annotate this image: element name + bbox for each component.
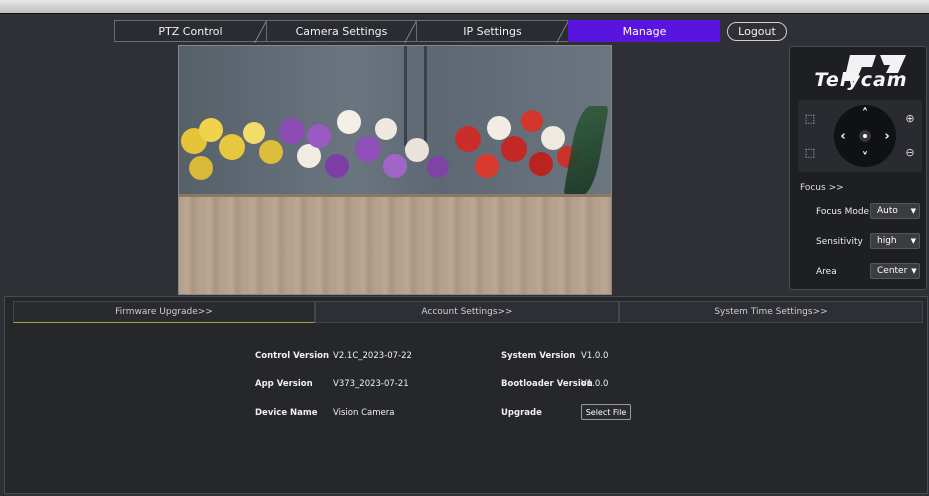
focus-mode-value: Auto (877, 206, 898, 216)
area-label: Area (816, 267, 837, 277)
tab-firmware-upgrade-label: Firmware Upgrade>> (115, 307, 213, 317)
ptz-control-panel: Telycam ⬚ ⬚ ⊕ ⊖ ˄ ˅ ‹ › Focus >> Focus M… (789, 46, 927, 290)
chevron-down-icon: ▼ (911, 267, 917, 275)
sensitivity-select[interactable]: high ▼ (870, 233, 920, 249)
direction-pad: ˄ ˅ ‹ › (834, 105, 896, 167)
tab-ptz-control-label: PTZ Control (158, 24, 223, 38)
focus-section-title[interactable]: Focus >> (800, 183, 844, 193)
control-version-value: V2.1C_2023-07-22 (333, 351, 412, 361)
main-nav: PTZ Control Camera Settings IP Settings … (114, 20, 720, 43)
arrow-left-icon[interactable]: ‹ (835, 128, 851, 144)
area-select[interactable]: Center ▼ (870, 263, 920, 279)
flower (375, 118, 397, 140)
flower (501, 136, 527, 162)
camera-video-preview[interactable] (178, 45, 612, 295)
flower (219, 134, 245, 160)
upgrade-label: Upgrade (501, 408, 542, 418)
zoom-in-icon[interactable]: ⊕ (902, 110, 918, 126)
flower (521, 110, 543, 132)
select-file-button[interactable]: Select File (581, 404, 631, 420)
sensitivity-row: Sensitivity high ▼ (790, 233, 928, 251)
flower (455, 126, 481, 152)
control-version-label: Control Version (255, 351, 330, 361)
ptz-pad: ⬚ ⬚ ⊕ ⊖ ˄ ˅ ‹ › (798, 100, 922, 172)
flower (337, 110, 361, 134)
device-name-label: Device Name (255, 408, 318, 418)
tab-account-settings-label: Account Settings>> (421, 307, 513, 317)
focus-mode-select[interactable]: Auto ▼ (870, 203, 920, 219)
home-center-icon[interactable] (859, 130, 871, 142)
logout-button[interactable]: Logout (727, 22, 787, 41)
bootloader-version-label: Bootloader Version (501, 379, 593, 389)
focus-mode-row: Focus Mode Auto ▼ (790, 203, 928, 221)
area-row: Area Center ▼ (790, 263, 928, 281)
manage-tabs: Firmware Upgrade>> Account Settings>> Sy… (13, 301, 923, 323)
flower (405, 138, 429, 162)
fullscreen-icon[interactable]: ⬚ (802, 110, 818, 126)
tab-system-time-settings[interactable]: System Time Settings>> (619, 301, 923, 323)
video-scene-flowers (179, 96, 611, 196)
chevron-down-icon: ▼ (910, 207, 916, 215)
chevron-down-icon: ▼ (910, 237, 916, 245)
tab-firmware-upgrade[interactable]: Firmware Upgrade>> (13, 301, 315, 323)
sensitivity-value: high (877, 236, 897, 246)
flower (355, 136, 381, 162)
focus-mode-label: Focus Mode (816, 207, 870, 217)
fit-icon[interactable]: ⬚ (802, 144, 818, 160)
video-scene-planter (179, 194, 611, 294)
area-value: Center (877, 266, 908, 276)
flower (475, 154, 499, 178)
flower (383, 154, 407, 178)
flower (279, 118, 305, 144)
tab-camera-settings[interactable]: Camera Settings (266, 20, 428, 43)
arrow-down-icon[interactable]: ˅ (857, 150, 873, 166)
tab-manage-label: Manage (622, 24, 667, 38)
system-version-value: V1.0.0 (581, 351, 609, 361)
brand-name: Telycam (814, 69, 908, 91)
arrow-up-icon[interactable]: ˄ (857, 106, 873, 122)
tab-system-time-settings-label: System Time Settings>> (714, 307, 828, 317)
flower (325, 154, 349, 178)
browser-top-bar (0, 0, 929, 14)
tab-camera-settings-label: Camera Settings (295, 24, 388, 38)
flower (189, 156, 213, 180)
tab-ip-settings[interactable]: IP Settings (416, 20, 580, 43)
tab-manage[interactable]: Manage (568, 20, 720, 42)
app-version-label: App Version (255, 379, 313, 389)
tab-ptz-control[interactable]: PTZ Control (114, 20, 278, 43)
device-name-value: Vision Camera (333, 408, 395, 418)
flower (259, 140, 283, 164)
flower (427, 156, 449, 178)
tab-account-settings[interactable]: Account Settings>> (315, 301, 619, 323)
flower (243, 122, 265, 144)
system-version-label: System Version (501, 351, 576, 361)
manage-panel: Firmware Upgrade>> Account Settings>> Sy… (4, 296, 928, 494)
arrow-right-icon[interactable]: › (879, 128, 895, 144)
flower (529, 152, 553, 176)
app-version-value: V373_2023-07-21 (333, 379, 409, 389)
zoom-out-icon[interactable]: ⊖ (902, 144, 918, 160)
bootloader-version-value: V1.0.0 (581, 379, 609, 389)
tab-ip-settings-label: IP Settings (463, 24, 522, 38)
sensitivity-label: Sensitivity (816, 237, 863, 247)
flower (307, 124, 331, 148)
flower (199, 118, 223, 142)
flower (541, 126, 565, 150)
